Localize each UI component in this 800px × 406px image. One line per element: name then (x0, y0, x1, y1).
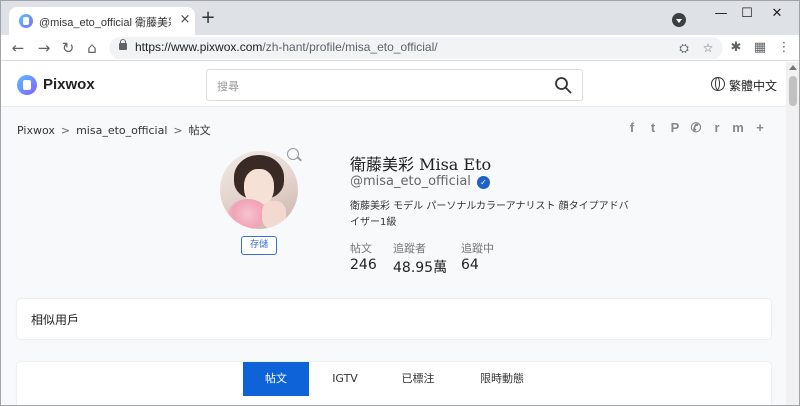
browser-window: @misa_eto_official 衛藤美彩 IG × + — ☐ ✕ ← →… (0, 0, 800, 406)
similar-users-panel[interactable]: 相似用戶 (17, 299, 771, 339)
forward-arrow-icon[interactable]: → (35, 39, 53, 57)
scrollbar[interactable] (786, 62, 799, 405)
browser-toolbar: ← → ↻ ⌂ https://www.pixwox.com/zh-hant/p… (1, 35, 799, 61)
stat-following-value: 64 (461, 257, 479, 273)
globe-icon[interactable] (711, 77, 725, 91)
search-input[interactable]: 搜尋 (206, 69, 583, 101)
address-bar[interactable]: https://www.pixwox.com/zh-hant/profile/m… (109, 37, 723, 59)
site-header: Pixwox 搜尋 繁體中文 (1, 62, 786, 107)
home-icon[interactable]: ⌂ (83, 39, 101, 57)
profile-name: 衛藤美彩 Misa Eto (350, 155, 492, 174)
extensions-puzzle-icon[interactable]: ✱ (727, 39, 745, 57)
pinterest-share-icon[interactable]: P (667, 120, 683, 136)
tab-close-icon[interactable]: × (177, 12, 193, 28)
scroll-up-arrow-icon[interactable] (789, 65, 797, 70)
tab-posts[interactable]: 帖文 (243, 362, 309, 396)
tab-tagged[interactable]: 已標注 (385, 362, 451, 396)
messenger-share-icon[interactable]: m (730, 120, 746, 136)
save-button[interactable]: 存儲 (241, 236, 277, 255)
scrollbar-thumb[interactable] (789, 76, 797, 106)
url-text: https://www.pixwox.com/zh-hant/profile/m… (135, 40, 438, 54)
more-share-icon[interactable]: + (752, 120, 768, 136)
stat-posts-label: 帖文 (350, 242, 372, 255)
stat-following-label: 追蹤中 (461, 242, 494, 255)
search-icon[interactable] (554, 76, 572, 94)
site-brand[interactable]: Pixwox (43, 76, 95, 93)
stat-followers-value: 48.95萬 (393, 260, 448, 276)
twitter-share-icon[interactable]: t (645, 120, 661, 136)
stat-posts-value: 246 (350, 257, 377, 273)
tab-igtv[interactable]: IGTV (317, 362, 373, 396)
new-tab-button[interactable]: + (199, 9, 217, 27)
profile-bio: 衛藤美彩 モデル パーソナルカラーアナリスト 顔タイプアドバイザー1級 (350, 201, 629, 228)
pixwox-favicon-icon (19, 14, 33, 28)
browser-tab[interactable]: @misa_eto_official 衛藤美彩 IG × (9, 7, 195, 35)
avatar-hand (262, 201, 286, 229)
lock-icon (119, 39, 127, 50)
breadcrumb-current: 帖文 (188, 124, 211, 137)
similar-users-label: 相似用戶 (31, 313, 80, 327)
breadcrumb-separator: > (173, 124, 183, 137)
reddit-share-icon[interactable]: r (709, 120, 725, 136)
tab-strip: @misa_eto_official 衛藤美彩 IG × + — ☐ ✕ (1, 1, 799, 35)
search-placeholder: 搜尋 (217, 80, 239, 93)
stat-followers-label: 追蹤者 (393, 242, 426, 255)
close-window-button[interactable]: ✕ (765, 5, 789, 23)
breadcrumb-profile[interactable]: misa_eto_official (76, 124, 167, 137)
tab-stories[interactable]: 限時動態 (463, 362, 541, 396)
page-content: Pixwox 搜尋 繁體中文 Pixwox > misa_eto_official >… (1, 62, 786, 405)
whatsapp-share-icon[interactable]: ✆ (688, 120, 704, 136)
reload-icon[interactable]: ↻ (59, 39, 77, 57)
profile-username: @misa_eto_official (350, 174, 471, 189)
maximize-button[interactable]: ☐ (735, 5, 759, 23)
verified-badge-icon: ✓ (477, 176, 490, 189)
breadcrumb-home[interactable]: Pixwox (17, 124, 55, 137)
minimize-button[interactable]: — (709, 5, 733, 23)
translate-icon[interactable]: ⛭ (675, 39, 693, 57)
tab-title: @misa_eto_official 衛藤美彩 IG (39, 17, 171, 29)
pixwox-logo-icon[interactable] (17, 75, 37, 95)
calendar-extension-icon[interactable]: ▦ (751, 39, 769, 57)
facebook-share-icon[interactable]: f (624, 120, 640, 136)
content-tabs: 帖文 IGTV 已標注 限時動態 (17, 362, 771, 405)
breadcrumb-separator: > (60, 124, 71, 137)
language-selector[interactable]: 繁體中文 (729, 77, 777, 94)
menu-dots-icon[interactable]: ⋮ (775, 39, 793, 57)
bookmark-star-icon[interactable]: ☆ (699, 39, 717, 57)
avatar[interactable] (220, 151, 298, 229)
tab-search-icon[interactable] (672, 13, 686, 27)
back-arrow-icon[interactable]: ← (9, 39, 27, 57)
zoom-in-icon[interactable] (287, 148, 299, 160)
breadcrumb: Pixwox > misa_eto_official > 帖文 (17, 122, 211, 138)
